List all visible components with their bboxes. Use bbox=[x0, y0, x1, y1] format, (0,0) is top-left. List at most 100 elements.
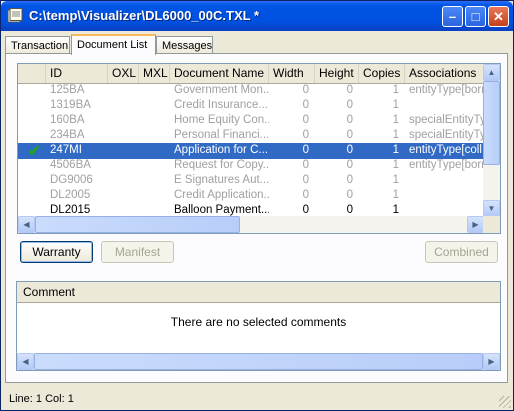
cell-id: 160BA bbox=[50, 114, 85, 126]
scroll-down-icon[interactable]: ▼ bbox=[483, 200, 500, 217]
cell-id: DL2005 bbox=[50, 189, 91, 201]
cell-assoc bbox=[405, 188, 485, 204]
cell-width: 0 bbox=[302, 84, 309, 96]
comment-header-label: Comment bbox=[23, 285, 76, 299]
scroll-right-icon[interactable]: ▶ bbox=[467, 216, 484, 233]
cell-assoc bbox=[405, 173, 485, 189]
document-list-panel: ID OXL MXL Document Name Width Height Co… bbox=[5, 53, 508, 383]
column-header-height[interactable]: Height bbox=[315, 64, 359, 83]
status-bar: Line: 1 Col: 1 bbox=[1, 386, 513, 410]
cell-id: 125BA bbox=[50, 84, 85, 96]
grid-vertical-scrollbar[interactable]: ▲ ▼ bbox=[483, 64, 500, 217]
cell-name: Request for Copy... bbox=[174, 159, 269, 171]
tab-messages[interactable]: Messages bbox=[156, 36, 213, 54]
warranty-button[interactable]: Warranty bbox=[20, 241, 93, 263]
table-row[interactable]: 1319BA Credit Insurance... 0 0 1 bbox=[18, 98, 484, 114]
cell-assoc bbox=[405, 98, 485, 114]
cell-width: 0 bbox=[302, 114, 309, 126]
cell-copies: 1 bbox=[392, 99, 399, 111]
table-row[interactable]: 125BA Government Mon... 0 0 1 entityType[borr bbox=[18, 83, 485, 99]
cell-height: 0 bbox=[346, 99, 353, 111]
cell-name: Home Equity Con... bbox=[174, 114, 269, 126]
cell-width: 0 bbox=[302, 159, 309, 171]
scroll-left-icon[interactable]: ◀ bbox=[17, 353, 34, 370]
cell-name: E Signatures Aut... bbox=[174, 174, 269, 186]
table-row[interactable]: 160BA Home Equity Con... 0 0 1 specialEntityT… bbox=[18, 113, 485, 129]
cell-assoc: entityType[borr bbox=[409, 159, 485, 171]
cell-width: 0 bbox=[302, 189, 309, 201]
cell-name: Personal Financi... bbox=[174, 129, 269, 141]
cell-assoc: specialEntityTy bbox=[409, 114, 485, 126]
cell-height: 0 bbox=[346, 159, 353, 171]
scroll-up-icon[interactable]: ▲ bbox=[483, 64, 500, 81]
cell-height: 0 bbox=[346, 84, 353, 96]
cell-id: DG9006 bbox=[50, 174, 93, 186]
cell-name: Application for C... bbox=[174, 144, 268, 156]
cell-id: 247MI bbox=[50, 144, 82, 156]
app-icon bbox=[7, 8, 23, 23]
column-header-id[interactable]: ID bbox=[46, 64, 108, 83]
column-header-width[interactable]: Width bbox=[269, 64, 315, 83]
cell-width: 0 bbox=[302, 174, 309, 186]
table-row[interactable]: 234BA Personal Financi... 0 0 1 specialEntity… bbox=[18, 128, 485, 144]
cell-name: Government Mon... bbox=[174, 84, 269, 96]
column-header-copies[interactable]: Copies bbox=[359, 64, 405, 83]
close-button[interactable]: ✕ bbox=[488, 6, 509, 27]
scroll-right-icon[interactable]: ▶ bbox=[483, 353, 500, 370]
scroll-corner bbox=[483, 216, 500, 233]
close-icon: ✕ bbox=[493, 9, 504, 24]
grid-horizontal-scrollbar[interactable]: ◀ ▶ bbox=[18, 216, 484, 233]
comment-hscroll-thumb[interactable] bbox=[34, 353, 483, 370]
grid-header: ID OXL MXL Document Name Width Height Co… bbox=[18, 64, 485, 84]
resize-grip-icon[interactable] bbox=[499, 396, 511, 408]
cell-copies: 1 bbox=[392, 114, 399, 126]
minimize-button[interactable]: – bbox=[442, 6, 463, 27]
app-window: C:\temp\Visualizer\DL6000_00C.TXL * – □ … bbox=[0, 0, 514, 411]
tab-transaction[interactable]: Transaction bbox=[5, 36, 70, 54]
cell-copies: 1 bbox=[392, 144, 399, 156]
comment-header: Comment bbox=[17, 282, 500, 303]
cell-width: 0 bbox=[302, 99, 309, 111]
cell-id: 234BA bbox=[50, 129, 85, 141]
column-header-document-name[interactable]: Document Name bbox=[170, 64, 269, 83]
table-row[interactable]: 4506BA Request for Copy... 0 0 1 entityType[b… bbox=[18, 158, 485, 174]
cell-height: 0 bbox=[346, 129, 353, 141]
cell-height: 0 bbox=[346, 189, 353, 201]
cell-height: 0 bbox=[346, 174, 353, 186]
minimize-icon: – bbox=[448, 9, 457, 24]
cell-name: Credit Insurance... bbox=[174, 99, 268, 111]
cell-id: 4506BA bbox=[50, 159, 91, 171]
document-grid[interactable]: ID OXL MXL Document Name Width Height Co… bbox=[17, 63, 501, 234]
grid-hscroll-thumb[interactable] bbox=[35, 216, 240, 233]
row-indicator-header bbox=[18, 64, 46, 83]
cell-width: 0 bbox=[302, 144, 309, 156]
column-header-oxl[interactable]: OXL bbox=[108, 64, 139, 83]
column-header-associations[interactable]: Associations bbox=[405, 64, 485, 83]
tab-document-list[interactable]: Document List bbox=[71, 34, 156, 55]
table-row[interactable]: DL2005 Credit Application... 0 0 1 bbox=[18, 188, 484, 204]
scroll-left-icon[interactable]: ◀ bbox=[18, 216, 35, 233]
no-comments-message: There are no selected comments bbox=[170, 315, 347, 329]
cell-assoc: entityType[coll bbox=[409, 144, 482, 156]
maximize-icon: □ bbox=[471, 9, 480, 24]
cell-height: 0 bbox=[346, 114, 353, 126]
cell-assoc: specialEntityTy bbox=[409, 129, 485, 141]
grid-vscroll-thumb[interactable] bbox=[483, 81, 500, 165]
manifest-button[interactable]: Manifest bbox=[101, 241, 174, 263]
cell-id: 1319BA bbox=[50, 99, 91, 111]
title-bar[interactable]: C:\temp\Visualizer\DL6000_00C.TXL * – □ … bbox=[1, 1, 513, 31]
cell-name: Credit Application... bbox=[174, 189, 269, 201]
cell-copies: 1 bbox=[392, 159, 399, 171]
comment-horizontal-scrollbar[interactable]: ◀ ▶ bbox=[17, 353, 500, 370]
table-row[interactable]: DG9006 E Signatures Aut... 0 0 1 bbox=[18, 173, 484, 189]
cell-assoc: entityType[borr bbox=[409, 84, 485, 96]
row-marker bbox=[19, 145, 22, 157]
column-header-mxl[interactable]: MXL bbox=[139, 64, 170, 83]
maximize-button[interactable]: □ bbox=[465, 6, 486, 27]
combined-button[interactable]: Combined bbox=[425, 241, 498, 263]
cell-copies: 1 bbox=[392, 129, 399, 141]
table-row[interactable]: ✔ 247MI Application for C... 0 0 1 entityType[… bbox=[18, 143, 484, 160]
cell-copies: 1 bbox=[392, 189, 399, 201]
cell-width: 0 bbox=[302, 129, 309, 141]
comment-panel: Comment There are no selected comments ◀… bbox=[16, 281, 501, 371]
